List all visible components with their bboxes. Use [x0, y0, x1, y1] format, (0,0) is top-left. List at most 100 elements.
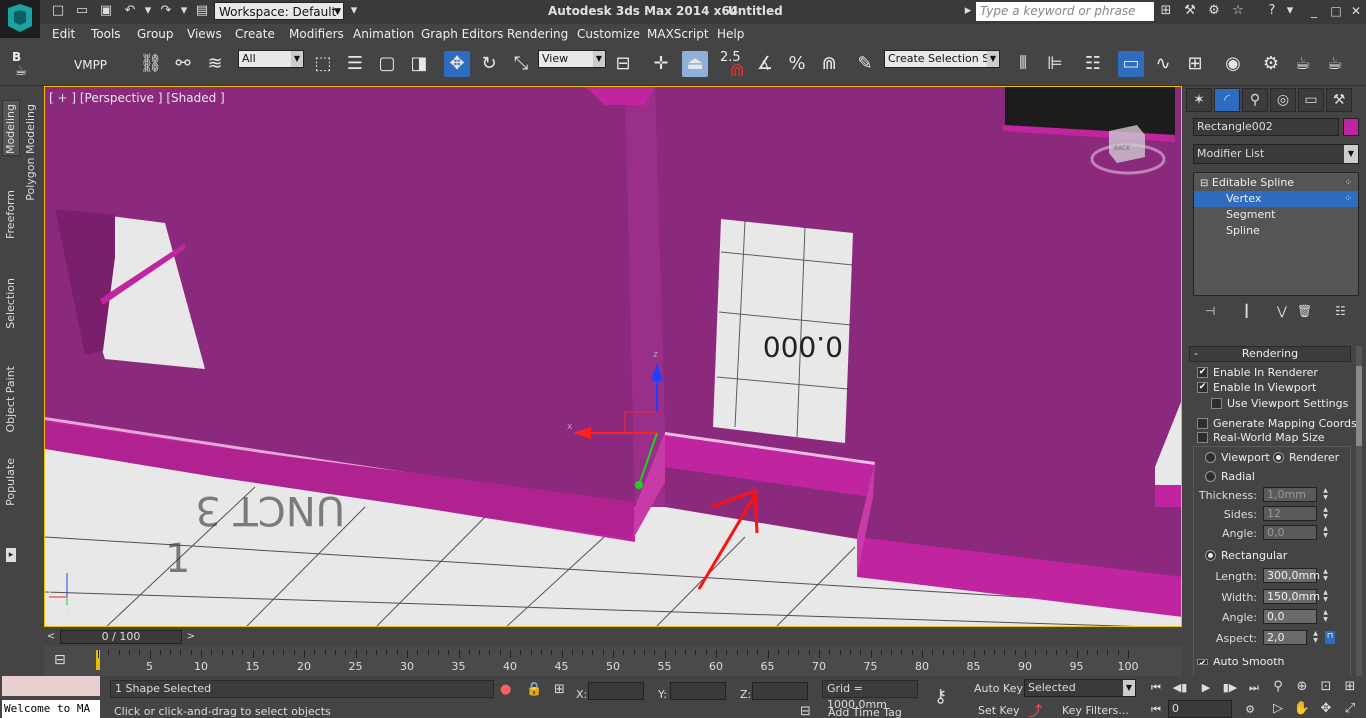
mirror-icon[interactable]: ⫴ [1010, 51, 1036, 77]
key-filters-button[interactable]: Key Filters... [1062, 704, 1129, 717]
select-object-icon[interactable]: ⬚ [310, 51, 336, 77]
go-to-start-icon[interactable]: ⏮ [1146, 680, 1166, 696]
reference-coordinate-dropdown[interactable]: View ▼ [538, 50, 606, 68]
time-tag-icon[interactable]: ⊟ [800, 704, 811, 718]
play-icon[interactable]: ▶ [1196, 680, 1216, 696]
ribbon-expand-icon[interactable]: ▸ [6, 548, 16, 562]
ribbon-tab-freeform[interactable]: Freeform [4, 190, 17, 239]
graphite-ribbon-icon[interactable]: ▭ [1118, 51, 1144, 77]
generate-mapping-checkbox[interactable] [1197, 418, 1208, 429]
current-frame-field[interactable]: 0 [1168, 700, 1232, 718]
stack-item-editable-spline[interactable]: ⊟ Editable Spline ⁘ [1194, 175, 1358, 191]
snaps-toggle-icon[interactable]: ⋒ [724, 58, 750, 84]
viewcube-icon[interactable] [1109, 125, 1145, 163]
align-icon[interactable]: ⊫ [1042, 51, 1068, 77]
pan-view-icon[interactable]: ✋ [1292, 700, 1312, 718]
select-and-scale-icon[interactable]: ⤡ [508, 51, 534, 77]
set-key-mode-key-icon[interactable]: ⚷ [934, 686, 947, 707]
aspect-spinner[interactable]: 2,0 [1263, 630, 1307, 645]
pivot-center-icon[interactable]: ⊟ [610, 51, 636, 77]
favorites-star-icon[interactable]: ☆ [1230, 4, 1246, 18]
sides-spinner[interactable]: 12 [1263, 506, 1317, 521]
pin-stack-icon[interactable]: ⊣ [1205, 304, 1215, 318]
show-end-result-icon[interactable]: ┃ [1243, 304, 1250, 318]
time-slider-prev-icon[interactable]: < [44, 630, 58, 644]
rendering-rollout-header[interactable]: - Rendering [1189, 346, 1351, 362]
zoom-all-icon[interactable]: ⊕ [1292, 678, 1312, 696]
perspective-viewport[interactable]: UNCT 3 1 0.000 z x BACK z x y [+] [Per… [44, 86, 1182, 627]
object-name-field[interactable]: Rectangle002 [1193, 118, 1339, 136]
modify-tab-icon[interactable]: ◜ [1214, 88, 1240, 112]
width-spinner[interactable]: 150,0mm [1263, 589, 1320, 604]
menu-tools[interactable]: Tools [91, 27, 121, 41]
spinner-arrows-icon[interactable]: ▲ ▼ [1321, 609, 1330, 624]
make-unique-icon[interactable]: ⋁ [1277, 304, 1287, 318]
minimize-icon[interactable]: _ [1306, 4, 1322, 18]
menu-maxscript[interactable]: MAXScript [647, 27, 709, 41]
spinner-arrows-icon[interactable]: ▲ ▼ [1321, 525, 1330, 540]
quick-access-dropdown-icon[interactable]: ▾ [346, 4, 362, 18]
spinner-arrows-icon[interactable]: ▲ ▼ [1321, 506, 1330, 521]
vmpp-label[interactable]: VMPP [74, 58, 107, 72]
menu-animation[interactable]: Animation [353, 27, 414, 41]
maximize-icon[interactable]: □ [1328, 4, 1344, 18]
viewport-radio[interactable] [1205, 452, 1216, 463]
radial-angle-spinner[interactable]: 0,0 [1263, 525, 1317, 540]
enable-in-renderer-checkbox[interactable]: ✔ [1197, 367, 1208, 378]
collapse-icon[interactable]: ⊟ [1200, 178, 1208, 189]
save-file-icon[interactable]: ▣ [98, 4, 114, 18]
use-viewport-settings-checkbox[interactable] [1211, 398, 1222, 409]
undo-icon[interactable]: ↶ [122, 4, 138, 18]
select-and-move-icon[interactable]: ✥ [444, 51, 470, 77]
render-production-icon[interactable]: ☕ [1322, 51, 1348, 77]
gizmo-y-handle[interactable] [635, 481, 643, 489]
utilities-tab-icon[interactable]: ⚒ [1326, 88, 1352, 112]
spinner-arrows-icon[interactable]: ▲ ▼ [1321, 487, 1330, 502]
project-folder-icon[interactable]: ▤ [194, 4, 210, 18]
motion-tab-icon[interactable]: ◎ [1270, 88, 1296, 112]
render-setup-icon[interactable]: ⚙ [1258, 51, 1284, 77]
select-and-manipulate-icon[interactable]: ✛ [648, 51, 674, 77]
menu-group[interactable]: Group [137, 27, 174, 41]
search-expand-icon[interactable]: ▸ [960, 4, 976, 18]
object-color-swatch[interactable] [1343, 118, 1359, 136]
subscription-key-icon[interactable]: ⚒ [1182, 4, 1198, 18]
length-spinner[interactable]: 300,0mm [1263, 568, 1320, 583]
time-slider-thumb[interactable]: 0 / 100 [60, 630, 182, 644]
spinner-snap-icon[interactable]: ⋒ [816, 51, 842, 77]
go-to-end-icon[interactable]: ⏭ [1244, 680, 1264, 696]
close-icon[interactable]: ✕ [1348, 4, 1364, 18]
absolute-mode-icon[interactable]: ⊞ [554, 682, 565, 697]
next-frame-icon[interactable]: ▮▶ [1220, 680, 1240, 696]
percent-snap-icon[interactable]: % [784, 51, 810, 77]
ribbon-tab-selection[interactable]: Selection [4, 278, 17, 329]
trackbar[interactable]: ⊟ 5 10 15 20 25 30 35 40 45 50 55 60 65 70 75 80 85 90 95 1… [44, 646, 1182, 676]
stack-item-spline[interactable]: Spline [1194, 223, 1358, 239]
menu-create[interactable]: Create [235, 27, 275, 41]
undo-dropdown-icon[interactable]: ▾ [140, 4, 156, 18]
auto-key-button[interactable]: Auto Key [974, 682, 1023, 695]
orbit-icon[interactable]: ✥ [1316, 700, 1336, 718]
help-dropdown-icon[interactable]: ▾ [1282, 4, 1298, 18]
menu-rendering[interactable]: Rendering [507, 27, 568, 41]
time-slider-next-icon[interactable]: > [184, 630, 198, 644]
x-coordinate-input[interactable] [588, 682, 644, 700]
spinner-arrows-icon[interactable]: ▲ ▼ [1321, 568, 1330, 583]
angle-snap-icon[interactable]: ∡ [752, 51, 778, 77]
curve-editor-icon[interactable]: ∿ [1150, 51, 1176, 77]
key-mode-toggle-icon[interactable]: ⏮ [1146, 702, 1166, 718]
selection-filter-dropdown[interactable]: All ▼ [238, 50, 304, 68]
z-coordinate-input[interactable] [752, 682, 808, 700]
rectangular-selection-icon[interactable]: ▢ [374, 51, 400, 77]
workspace-dropdown[interactable]: Workspace: Default ▼ [214, 2, 344, 20]
open-file-icon[interactable]: ▭ [74, 4, 90, 18]
remove-modifier-icon[interactable]: 🗑 [1297, 304, 1312, 318]
command-panel-scrollbar[interactable] [1356, 346, 1362, 676]
key-mode-dropdown[interactable]: Selected ▼ [1024, 679, 1136, 697]
menu-modifiers[interactable]: Modifiers [289, 27, 344, 41]
rect-angle-spinner[interactable]: 0,0 [1263, 609, 1317, 624]
ribbon-tab-modeling[interactable]: Modeling [4, 104, 17, 154]
rectangular-radio[interactable] [1205, 550, 1216, 561]
real-world-map-checkbox[interactable] [1197, 432, 1208, 443]
default-in-out-tangent-icon[interactable]: ⤴ [1028, 701, 1042, 718]
